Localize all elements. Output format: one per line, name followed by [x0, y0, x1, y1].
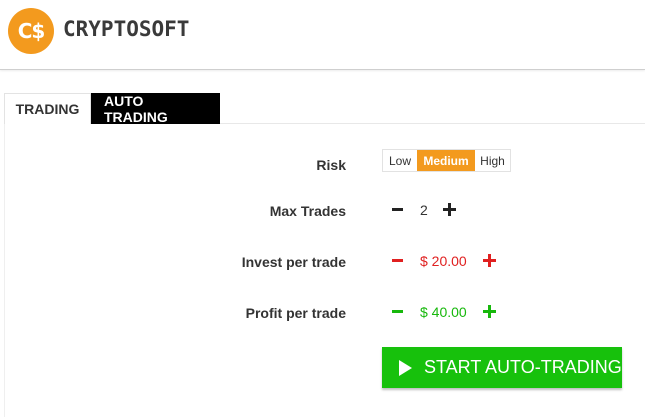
- profit-plus-icon[interactable]: [482, 304, 498, 320]
- max-trades-value: 2: [420, 202, 428, 218]
- start-auto-trading-button[interactable]: START AUTO-TRADING: [382, 347, 622, 388]
- app-header: C$ CRYPTOSOFT: [0, 0, 645, 70]
- profit-value: $ 40.00: [420, 304, 467, 320]
- tab-bar: TRADING AUTO TRADING: [4, 93, 220, 125]
- play-icon: [399, 359, 412, 376]
- risk-option-low[interactable]: Low: [383, 150, 417, 171]
- logo-text: CRYPTOSOFT: [63, 17, 190, 41]
- invest-label: Invest per trade: [241, 254, 346, 270]
- panel-left-border: [4, 124, 5, 417]
- profit-label: Profit per trade: [245, 305, 346, 321]
- start-auto-trading-label: START AUTO-TRADING: [424, 357, 622, 377]
- logo-badge: C$: [8, 8, 54, 54]
- tab-auto-trading[interactable]: AUTO TRADING: [91, 93, 220, 125]
- tab-trading[interactable]: TRADING: [4, 93, 91, 124]
- invest-value: $ 20.00: [420, 253, 467, 269]
- profit-minus-icon[interactable]: [390, 304, 406, 320]
- risk-selector: Low Medium High: [382, 149, 511, 172]
- risk-label: Risk: [316, 157, 346, 173]
- max-trades-label: Max Trades: [269, 203, 346, 219]
- invest-minus-icon[interactable]: [390, 253, 406, 269]
- risk-option-high[interactable]: High: [475, 150, 510, 171]
- max-trades-plus-icon[interactable]: [442, 202, 458, 218]
- invest-plus-icon[interactable]: [482, 253, 498, 269]
- max-trades-minus-icon[interactable]: [390, 202, 406, 218]
- risk-option-medium[interactable]: Medium: [417, 150, 475, 171]
